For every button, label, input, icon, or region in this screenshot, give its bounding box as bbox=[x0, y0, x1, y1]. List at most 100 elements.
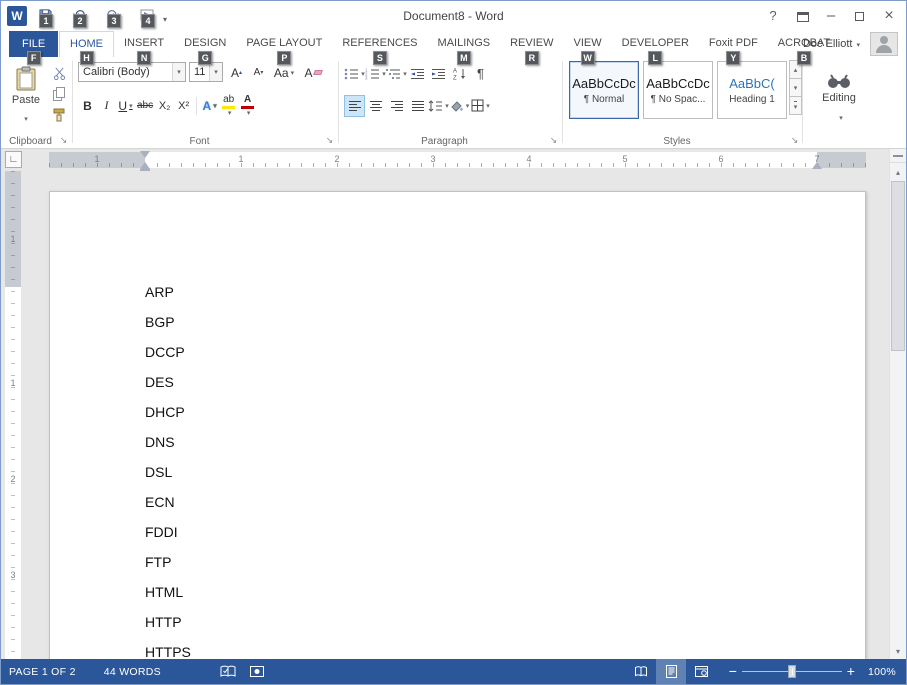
highlight-color-button[interactable]: ab bbox=[219, 94, 238, 117]
zoom-in-button[interactable]: + bbox=[842, 659, 860, 684]
maximize-button[interactable] bbox=[846, 1, 872, 31]
align-center-button[interactable] bbox=[365, 95, 386, 117]
page[interactable]: ARP BGP DCCP DES DHCP DNS DSL ECN FDDI F… bbox=[49, 191, 866, 659]
tab-review[interactable]: REVIEW R bbox=[500, 31, 563, 65]
vertical-scrollbar[interactable] bbox=[889, 149, 906, 659]
superscript-button[interactable]: X² bbox=[174, 95, 193, 117]
keytip-view: W bbox=[580, 51, 595, 65]
borders-button[interactable] bbox=[470, 95, 491, 117]
strikethrough-glyph: abc bbox=[137, 100, 154, 111]
tab-stop-selector[interactable] bbox=[5, 151, 22, 168]
justify-button[interactable] bbox=[407, 95, 428, 117]
font-dialog-launcher[interactable] bbox=[324, 135, 335, 146]
copy-button[interactable] bbox=[48, 84, 70, 104]
paragraph-dialog-launcher[interactable] bbox=[548, 135, 559, 146]
chevron-down-icon[interactable] bbox=[172, 63, 185, 81]
tab-page-layout[interactable]: PAGE LAYOUT P bbox=[236, 31, 332, 65]
text-effects-button[interactable]: A bbox=[200, 95, 219, 117]
style-normal[interactable]: AaBbCcDc ¶ Normal bbox=[569, 61, 639, 119]
avatar[interactable] bbox=[870, 32, 898, 56]
title-bar: 1 2 3 4 Document8 - Word bbox=[1, 1, 906, 31]
strikethrough-button[interactable]: abc bbox=[135, 95, 155, 117]
ribbon-display-options-button[interactable] bbox=[790, 1, 816, 31]
paint-bucket-icon bbox=[451, 100, 463, 112]
font-size-combo[interactable]: 11 bbox=[189, 62, 223, 82]
word-window: 1 2 3 4 Document8 - Word FILE F HOMEH IN… bbox=[0, 0, 907, 685]
bullets-button[interactable] bbox=[344, 63, 365, 85]
macro-record-button[interactable] bbox=[243, 659, 271, 684]
scroll-up-button[interactable] bbox=[890, 164, 906, 180]
clipboard-dialog-launcher[interactable] bbox=[58, 135, 69, 146]
web-layout-button[interactable] bbox=[686, 659, 716, 684]
align-left-button[interactable] bbox=[344, 94, 365, 117]
multilevel-list-button[interactable] bbox=[386, 63, 407, 85]
tab-design[interactable]: DESIGN G bbox=[174, 31, 236, 65]
show-hide-marks-button[interactable] bbox=[470, 63, 491, 85]
split-handle[interactable] bbox=[890, 149, 906, 163]
proofing-status-button[interactable] bbox=[213, 659, 243, 684]
line-spacing-button[interactable] bbox=[428, 95, 449, 117]
italic-button[interactable]: I bbox=[97, 95, 116, 117]
word-count[interactable]: 44 WORDS bbox=[96, 659, 169, 684]
minimize-button[interactable] bbox=[818, 1, 844, 31]
editing-menu-button[interactable]: Editing bbox=[809, 62, 869, 134]
chevron-down-icon[interactable] bbox=[209, 63, 222, 81]
zoom-slider-thumb[interactable] bbox=[788, 665, 796, 678]
styles-gallery-more-button[interactable] bbox=[789, 96, 802, 115]
zoom-slider[interactable] bbox=[742, 659, 842, 684]
tab-design-label: DESIGN bbox=[184, 37, 227, 49]
cut-button[interactable] bbox=[48, 63, 70, 83]
style-no-spacing[interactable]: AaBbCcDc ¶ No Spac... bbox=[643, 61, 713, 119]
tab-insert[interactable]: INSERT N bbox=[114, 31, 174, 65]
horizontal-ruler[interactable]: 1 1 2 3 4 5 6 7 bbox=[49, 151, 866, 173]
tab-references[interactable]: REFERENCES S bbox=[332, 31, 427, 65]
font-color-button[interactable]: A bbox=[238, 94, 257, 117]
vertical-ruler[interactable]: 1 1 2 3 bbox=[5, 171, 21, 659]
format-painter-button[interactable] bbox=[48, 105, 70, 125]
underline-button[interactable]: U bbox=[116, 95, 135, 117]
styles-scroll-down-button[interactable] bbox=[789, 78, 802, 97]
change-case-button[interactable]: Aa bbox=[271, 62, 297, 83]
scroll-down-button[interactable] bbox=[890, 643, 906, 659]
close-button[interactable] bbox=[876, 1, 902, 31]
qat-customize-button[interactable] bbox=[163, 9, 175, 23]
hanging-indent-marker[interactable] bbox=[140, 162, 150, 169]
grow-font-button[interactable]: A bbox=[226, 62, 247, 83]
print-layout-button[interactable] bbox=[656, 659, 686, 684]
account-menu[interactable]: Doc Elliott bbox=[803, 31, 860, 57]
sort-button[interactable]: AZ bbox=[449, 63, 470, 85]
tab-foxit-pdf[interactable]: Foxit PDF Y bbox=[699, 31, 768, 65]
tab-file[interactable]: FILE F bbox=[9, 31, 59, 65]
styles-dialog-launcher[interactable] bbox=[789, 135, 800, 146]
shading-button[interactable] bbox=[449, 95, 470, 117]
first-line-indent-marker[interactable] bbox=[140, 151, 150, 158]
doc-line: FTP bbox=[145, 554, 172, 570]
scrollbar-thumb[interactable] bbox=[891, 181, 905, 351]
justify-icon bbox=[411, 100, 424, 111]
right-indent-marker[interactable] bbox=[812, 162, 822, 169]
numbering-button[interactable]: 123 bbox=[365, 63, 386, 85]
decrease-indent-button[interactable] bbox=[407, 63, 428, 85]
read-mode-button[interactable] bbox=[626, 659, 656, 684]
help-button[interactable] bbox=[760, 1, 786, 31]
align-right-button[interactable] bbox=[386, 95, 407, 117]
tab-mailings[interactable]: MAILINGS M bbox=[428, 31, 501, 65]
clear-formatting-button[interactable]: A bbox=[301, 62, 325, 83]
tab-view[interactable]: VIEW W bbox=[564, 31, 612, 65]
tab-home[interactable]: HOME H bbox=[59, 31, 114, 65]
styles-gallery-scroll bbox=[789, 60, 802, 115]
increase-indent-button[interactable] bbox=[428, 63, 449, 85]
document-text[interactable]: ARP BGP DCCP DES DHCP DNS DSL ECN FDDI F… bbox=[50, 192, 865, 659]
zoom-level[interactable]: 100% bbox=[860, 666, 906, 678]
page-indicator[interactable]: PAGE 1 OF 2 bbox=[1, 659, 84, 684]
bold-button[interactable]: B bbox=[78, 95, 97, 117]
tab-developer[interactable]: DEVELOPER L bbox=[612, 31, 699, 65]
font-name-combo[interactable]: Calibri (Body) bbox=[78, 62, 186, 82]
paste-button[interactable]: Paste bbox=[5, 60, 47, 132]
style-heading-1[interactable]: AaBbC( Heading 1 bbox=[717, 61, 787, 119]
zoom-out-button[interactable]: − bbox=[724, 659, 742, 684]
subscript-button[interactable]: X₂ bbox=[155, 95, 174, 117]
shrink-font-button[interactable]: A bbox=[248, 62, 269, 83]
word-logo-icon[interactable] bbox=[7, 6, 27, 26]
clipboard-icon bbox=[16, 66, 36, 91]
